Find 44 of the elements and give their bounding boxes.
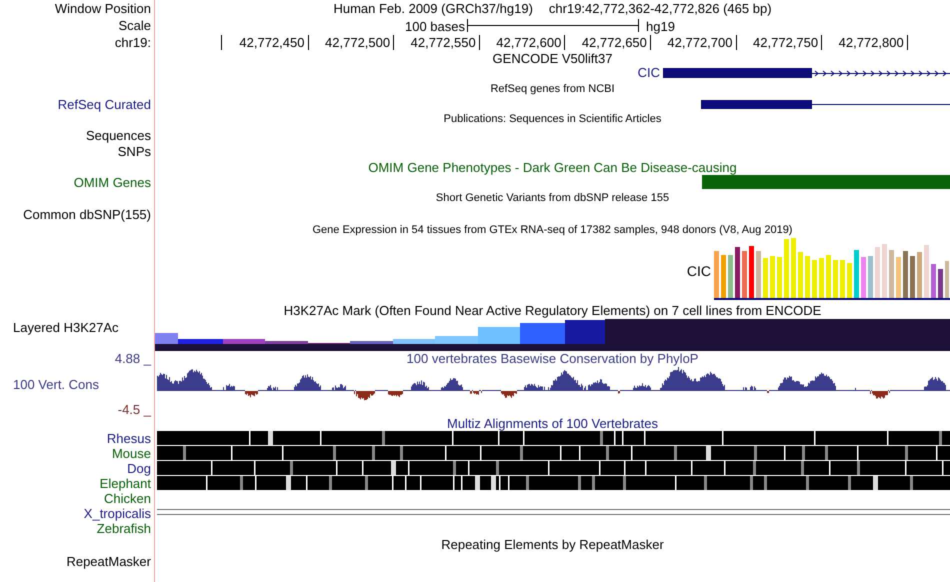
gene-name: CIC [638,66,660,80]
coordinate-label: 42,772,550 [410,35,480,50]
track-label: 100 Vert. Cons [13,378,99,390]
species-label: X_tropicalis [84,507,151,520]
track-title: 100 vertebrates Basewise Conservation by PhyloP [406,352,698,364]
track-label: OMIM Genes [74,176,151,188]
track-title: H3K27Ac Mark (Often Found Near Active Regulatory Elements) on 7 cell lines from ENCODE [284,304,822,316]
track-title: Multiz Alignments of 100 Vertebrates [446,416,658,430]
species-label: Rhesus [106,432,151,445]
coordinate-label: 42,772,600 [496,35,566,50]
assembly-name: hg19 [646,20,675,33]
track-label: Scale [118,19,151,32]
track-title: Short Genetic Variants from dbSNP release 155 [436,192,670,204]
track-label: Common dbSNP(155) [23,208,151,220]
track-title: OMIM Gene Phenotypes - Dark Green Can Be Disease-causing [368,160,737,174]
track-title: Gene Expression in 54 tissues from GTEx RNA-seq of 17382 samples, 948 donors (V8, Aug 2019) [312,224,792,236]
axis-max-label: 4.88 _ [114,352,151,364]
position-text: chr19:42,772,362-42,772,826 (465 bp) [548,2,772,15]
scale-length: 100 bases [405,20,465,33]
track-title: GENCODE V50lift37 [492,52,612,64]
coordinate-label: 42,772,500 [325,35,394,50]
axis-min-label: -4.5 _ [118,402,151,416]
track-title: Publications: Sequences in Scientific Articles [444,114,662,124]
species-label: Chicken [104,492,151,505]
track-label: RefSeq Curated [58,98,151,110]
species-label: Dog [127,462,151,475]
coordinate-label: 42,772,750 [753,35,822,50]
gene-name: CIC [686,264,711,278]
coordinate-label: 42,772,650 [582,35,651,50]
assembly-title: Human Feb. 2009 (GRCh37/hg19) [333,2,533,15]
species-label: Elephant [100,477,151,490]
track-label: chr19: [114,36,151,49]
track-title: RefSeq genes from NCBI [490,84,615,94]
track-label: Sequences [86,128,151,142]
track-title: Repeating Elements by RepeatMasker [441,538,664,551]
species-label: Zebrafish [96,522,151,535]
species-label: Mouse [112,447,151,460]
coordinate-label: 42,772,700 [667,35,736,50]
track-label: RepeatMasker [66,555,151,568]
coordinate-label: 42,772,450 [239,35,308,50]
track-label: Window Position [54,2,151,15]
track-label: SNPs [118,145,151,158]
track-label: Layered H3K27Ac [13,321,119,334]
coordinate-label: 42,772,800 [838,35,908,50]
